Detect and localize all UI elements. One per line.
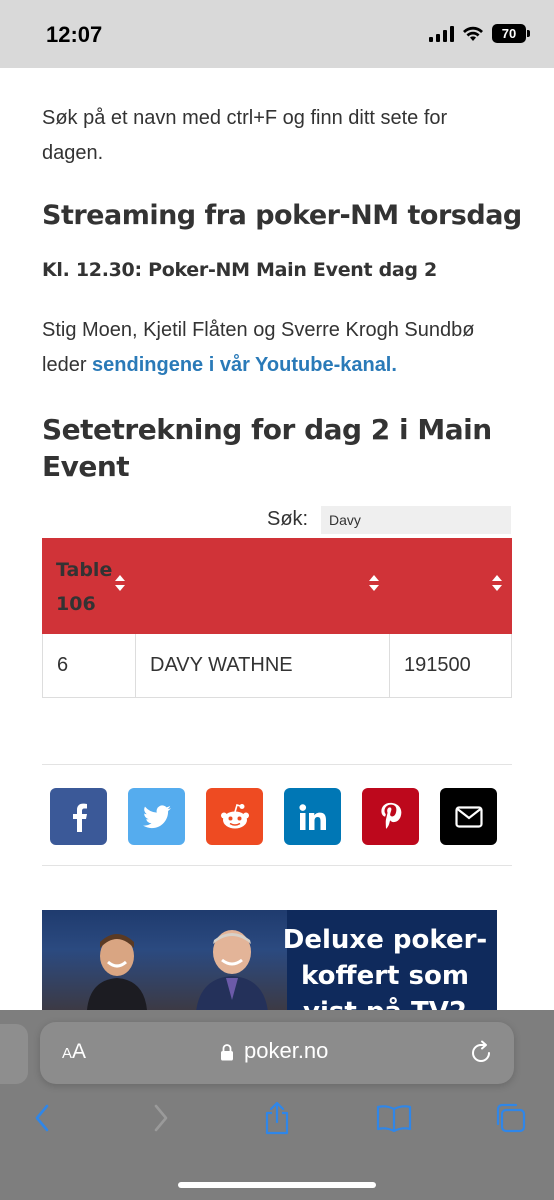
- reddit-icon: [220, 803, 249, 828]
- chevron-left-icon: [35, 1104, 49, 1132]
- share-facebook-button[interactable]: [50, 788, 107, 845]
- youtube-link[interactable]: sendingene i vår Youtube-kanal.: [92, 354, 397, 376]
- body-paragraph: Stig Moen, Kjetil Flåten og Sverre Krogh…: [42, 313, 512, 383]
- home-indicator: [178, 1182, 376, 1188]
- cell-seat: 6: [57, 654, 69, 676]
- share-linkedin-button[interactable]: [284, 788, 341, 845]
- seating-heading: Setetrekning for dag 2 i Main Event: [42, 413, 492, 483]
- linkedin-icon: [298, 803, 326, 830]
- tabs-button[interactable]: [493, 1100, 529, 1136]
- browser-toolbar: [0, 1100, 554, 1140]
- status-time: 12:07: [46, 22, 103, 47]
- facebook-icon: [72, 803, 87, 832]
- cell-chips: 191500: [389, 634, 512, 697]
- share-reddit-button[interactable]: [206, 788, 263, 845]
- chevron-right-icon: [154, 1104, 168, 1132]
- wifi-icon: [463, 26, 483, 41]
- status-icons: 70: [429, 24, 530, 43]
- ad-text: Deluxe poker-koffert som vist på TV2: [282, 925, 488, 1010]
- bookmarks-button[interactable]: [376, 1100, 412, 1136]
- status-bar: 12:07 70: [0, 0, 554, 68]
- sort-icon[interactable]: [368, 574, 380, 592]
- search-input[interactable]: [321, 506, 511, 534]
- intro-paragraph: Søk på et navn med ctrl+F og finn ditt s…: [42, 107, 448, 164]
- divider: [42, 764, 512, 765]
- sort-icon[interactable]: [491, 574, 503, 592]
- forward-button[interactable]: [143, 1100, 179, 1136]
- table-header: Table 106: [42, 538, 512, 634]
- back-button[interactable]: [24, 1100, 60, 1136]
- ad-person-image: [196, 930, 268, 1010]
- share-pinterest-button[interactable]: [362, 788, 419, 845]
- table-row: 6 DAVY WATHNE 191500: [42, 634, 512, 698]
- battery-icon: 70: [492, 24, 530, 43]
- divider: [42, 865, 512, 866]
- browser-bottom-bar: AA poker.no: [0, 1010, 554, 1200]
- address-bar[interactable]: AA poker.no: [40, 1022, 514, 1084]
- share-icon: [265, 1101, 289, 1135]
- cell-name: DAVY WATHNE: [135, 634, 390, 697]
- column-header-name[interactable]: [135, 538, 385, 634]
- streaming-heading: Streaming fra poker-NM torsdag: [42, 200, 522, 231]
- email-icon: [454, 805, 483, 828]
- advertisement-banner[interactable]: Deluxe poker-koffert som vist på TV2: [42, 910, 497, 1010]
- sort-icon[interactable]: [114, 574, 126, 592]
- lock-icon: [221, 1044, 233, 1061]
- aa-large-label: A: [72, 1040, 87, 1063]
- aa-small-label: A: [62, 1045, 73, 1062]
- book-icon: [376, 1105, 412, 1132]
- ad-photo: [42, 910, 287, 1010]
- cellular-signal-icon: [429, 25, 454, 42]
- reader-options-button[interactable]: AA: [62, 1040, 86, 1064]
- twitter-icon: [142, 804, 171, 828]
- ad-person-image: [87, 934, 147, 1010]
- share-button[interactable]: [259, 1100, 295, 1136]
- share-email-button[interactable]: [440, 788, 497, 845]
- share-buttons: [50, 788, 497, 845]
- streaming-subheading: Kl. 12.30: Poker-NM Main Event dag 2: [42, 259, 437, 281]
- previous-tab-preview[interactable]: [0, 1024, 28, 1084]
- search-label: Søk:: [267, 508, 309, 530]
- share-twitter-button[interactable]: [128, 788, 185, 845]
- column-header-table[interactable]: Table 106: [56, 553, 116, 621]
- tabs-icon: [496, 1103, 526, 1133]
- url-text: poker.no: [244, 1038, 329, 1063]
- reload-icon[interactable]: [468, 1040, 494, 1066]
- pinterest-icon: [380, 802, 401, 829]
